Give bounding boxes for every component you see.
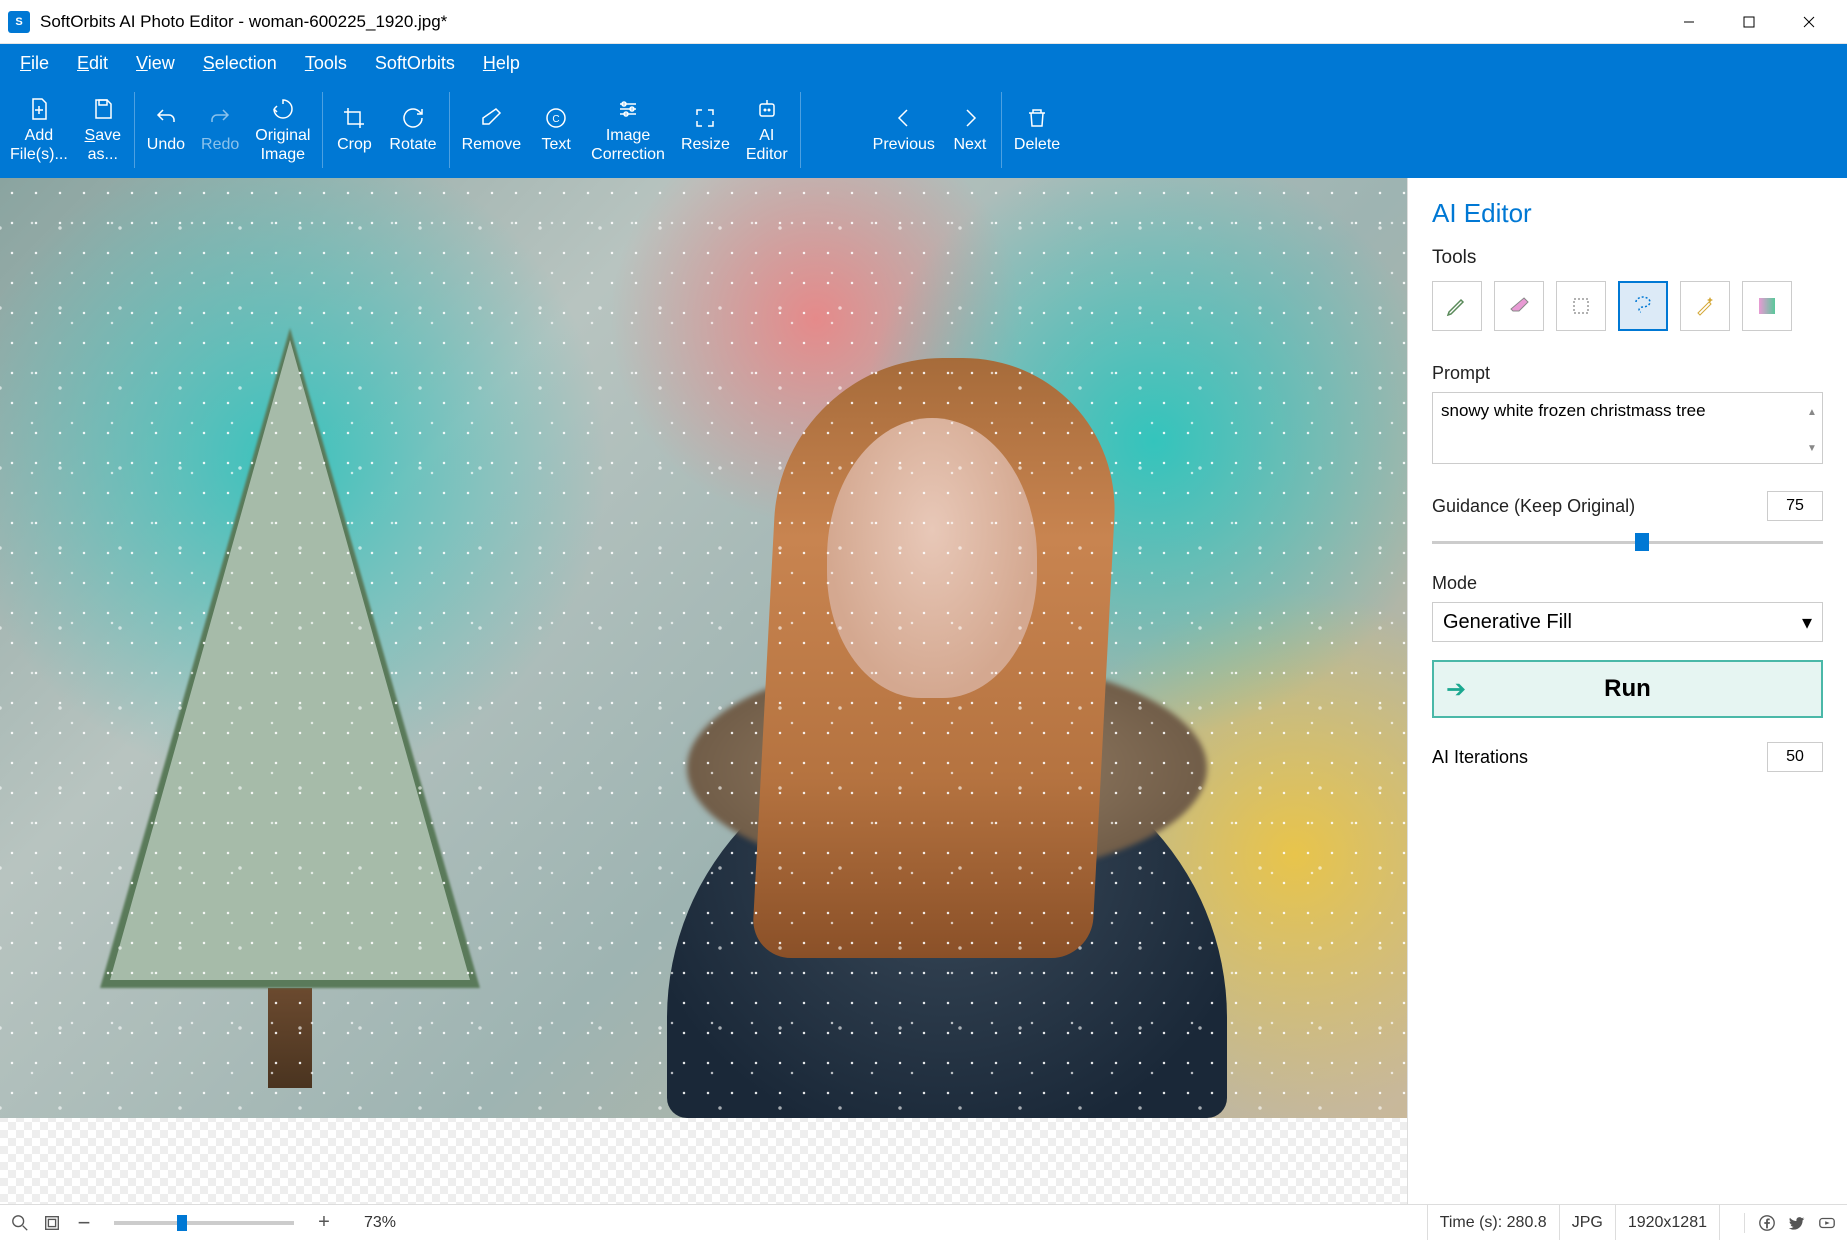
status-bar: − + 73% Time (s): 280.8 JPG 1920x1281 bbox=[0, 1204, 1847, 1240]
subject-woman bbox=[547, 258, 1307, 1118]
save-as-button[interactable]: Saveas... bbox=[76, 82, 130, 178]
crop-button[interactable]: Crop bbox=[327, 82, 381, 178]
chevron-down-icon: ▾ bbox=[1802, 610, 1812, 635]
zoom-actual-icon[interactable] bbox=[10, 1213, 30, 1233]
guidance-slider-thumb[interactable] bbox=[1635, 533, 1649, 551]
tool-lasso[interactable] bbox=[1618, 281, 1668, 331]
zoom-slider-thumb[interactable] bbox=[177, 1215, 187, 1231]
minimize-button[interactable] bbox=[1659, 0, 1719, 44]
menu-file[interactable]: File bbox=[6, 47, 63, 80]
ai-editor-button[interactable]: AI Editor bbox=[738, 82, 796, 178]
tool-gradient[interactable] bbox=[1742, 281, 1792, 331]
text-icon: C bbox=[543, 105, 569, 131]
tools-label: Tools bbox=[1432, 247, 1823, 269]
window-title: SoftOrbits AI Photo Editor - woman-60022… bbox=[40, 12, 1659, 32]
prompt-label: Prompt bbox=[1432, 363, 1823, 384]
image-correction-button[interactable]: Image Correction bbox=[583, 82, 673, 178]
prompt-input[interactable] bbox=[1432, 392, 1823, 464]
tool-eraser[interactable] bbox=[1494, 281, 1544, 331]
undo-icon bbox=[153, 105, 179, 131]
christmas-tree bbox=[100, 328, 480, 1088]
add-file-icon bbox=[26, 96, 52, 122]
sliders-icon bbox=[615, 96, 641, 122]
status-time: Time (s): 280.8 bbox=[1427, 1205, 1559, 1240]
tool-magic-wand[interactable] bbox=[1680, 281, 1730, 331]
guidance-label: Guidance (Keep Original) bbox=[1432, 496, 1635, 517]
rotate-button[interactable]: Rotate bbox=[381, 82, 444, 178]
tool-pencil[interactable] bbox=[1432, 281, 1482, 331]
next-icon bbox=[957, 105, 983, 131]
close-button[interactable] bbox=[1779, 0, 1839, 44]
toolbar: Add File(s)... Saveas... Undo Redo Origi… bbox=[0, 82, 1847, 178]
resize-icon bbox=[692, 105, 718, 131]
zoom-out-icon[interactable]: − bbox=[74, 1213, 94, 1233]
twitter-icon[interactable] bbox=[1787, 1213, 1807, 1233]
menu-tools[interactable]: Tools bbox=[291, 47, 361, 80]
prompt-spin-down[interactable]: ▼ bbox=[1803, 431, 1821, 468]
undo-button[interactable]: Undo bbox=[139, 82, 193, 178]
mode-value: Generative Fill bbox=[1443, 611, 1572, 634]
svg-text:C: C bbox=[553, 114, 560, 125]
save-icon bbox=[90, 96, 116, 122]
guidance-slider[interactable] bbox=[1432, 533, 1823, 551]
run-label: Run bbox=[1434, 675, 1821, 703]
menu-bar: File Edit View Selection Tools SoftOrbit… bbox=[0, 44, 1847, 82]
run-arrow-icon: ➔ bbox=[1446, 675, 1466, 704]
ai-icon bbox=[754, 96, 780, 122]
redo-button: Redo bbox=[193, 82, 247, 178]
ai-editor-panel: AI Editor Tools Prompt ▲▼ Guidance (Keep… bbox=[1407, 178, 1847, 1204]
text-button[interactable]: C Text bbox=[529, 82, 583, 178]
zoom-fit-icon[interactable] bbox=[42, 1213, 62, 1233]
menu-view[interactable]: View bbox=[122, 47, 189, 80]
app-icon: S bbox=[8, 11, 30, 33]
facebook-icon[interactable] bbox=[1757, 1213, 1777, 1233]
info-icon[interactable] bbox=[1719, 1205, 1744, 1240]
panel-title: AI Editor bbox=[1432, 198, 1823, 229]
next-button[interactable]: Next bbox=[943, 82, 997, 178]
menu-help[interactable]: Help bbox=[469, 47, 534, 80]
redo-icon bbox=[207, 105, 233, 131]
trash-icon bbox=[1024, 105, 1050, 131]
mode-label: Mode bbox=[1432, 573, 1823, 594]
photo-preview bbox=[0, 178, 1407, 1118]
main-area: AI Editor Tools Prompt ▲▼ Guidance (Keep… bbox=[0, 178, 1847, 1204]
mode-select[interactable]: Generative Fill ▾ bbox=[1432, 602, 1823, 642]
menu-selection[interactable]: Selection bbox=[189, 47, 291, 80]
run-button[interactable]: ➔ Run bbox=[1432, 660, 1823, 718]
zoom-text: 73% bbox=[364, 1214, 396, 1232]
iterations-input[interactable] bbox=[1767, 742, 1823, 772]
previous-button[interactable]: Previous bbox=[865, 82, 943, 178]
status-format: JPG bbox=[1559, 1205, 1615, 1240]
youtube-icon[interactable] bbox=[1817, 1213, 1837, 1233]
revert-icon bbox=[270, 96, 296, 122]
original-image-button[interactable]: Original Image bbox=[247, 82, 318, 178]
guidance-input[interactable] bbox=[1767, 491, 1823, 521]
prompt-spin-up[interactable]: ▲ bbox=[1803, 394, 1821, 431]
crop-icon bbox=[341, 105, 367, 131]
delete-button[interactable]: Delete bbox=[1006, 82, 1068, 178]
remove-button[interactable]: Remove bbox=[454, 82, 530, 178]
zoom-slider[interactable] bbox=[114, 1221, 294, 1225]
add-files-button[interactable]: Add File(s)... bbox=[2, 82, 76, 178]
iterations-label: AI Iterations bbox=[1432, 747, 1528, 768]
rotate-icon bbox=[400, 105, 426, 131]
zoom-in-icon[interactable]: + bbox=[314, 1213, 334, 1233]
eraser-icon bbox=[478, 105, 504, 131]
previous-icon bbox=[891, 105, 917, 131]
menu-edit[interactable]: Edit bbox=[63, 47, 122, 80]
tool-marquee[interactable] bbox=[1556, 281, 1606, 331]
canvas-area[interactable] bbox=[0, 178, 1407, 1204]
maximize-button[interactable] bbox=[1719, 0, 1779, 44]
title-bar: S SoftOrbits AI Photo Editor - woman-600… bbox=[0, 0, 1847, 44]
status-dimensions: 1920x1281 bbox=[1615, 1205, 1719, 1240]
menu-softorbits[interactable]: SoftOrbits bbox=[361, 47, 469, 80]
resize-button[interactable]: Resize bbox=[673, 82, 738, 178]
